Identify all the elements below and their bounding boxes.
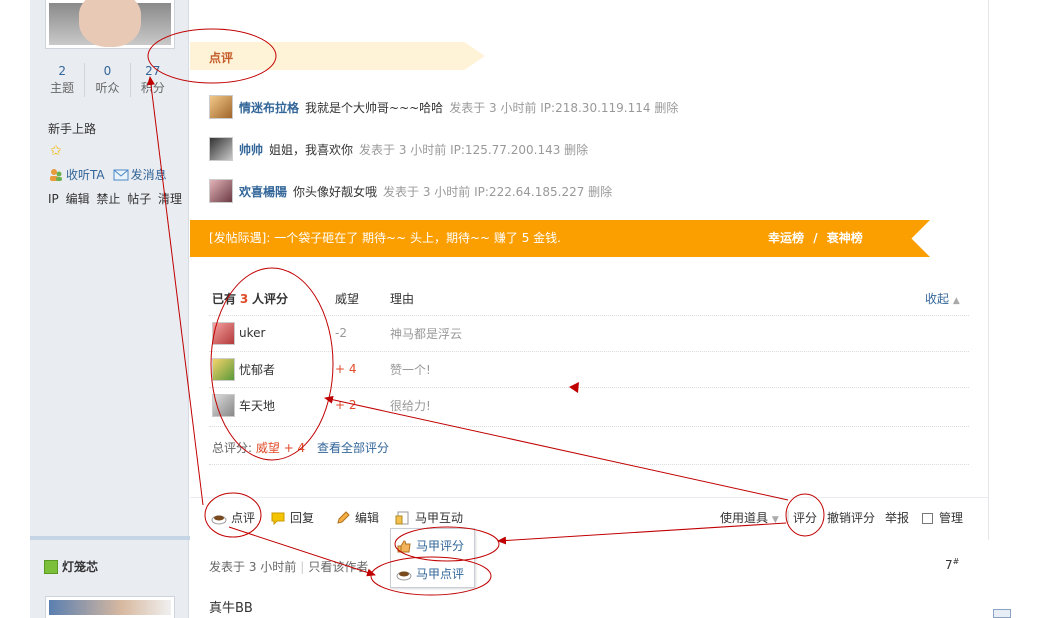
speech-bubble-icon (271, 512, 285, 525)
pencil-icon (337, 510, 350, 524)
rating-reason-header: 理由 (390, 292, 415, 306)
reply-button[interactable]: 回复 (270, 509, 314, 526)
post-meta: 发表于 3 小时前 | 只看该作者 (209, 560, 369, 574)
mail-icon (113, 169, 129, 180)
rating-score-header: 威望 (335, 292, 360, 306)
banner-rank-links: 幸运榜 / 衰神榜 (768, 231, 863, 245)
review-title-bar (190, 42, 485, 70)
message-link[interactable]: 发消息 (113, 166, 167, 183)
stat-points[interactable]: 27 积分 (131, 63, 175, 97)
follow-link[interactable]: 收听TA (48, 166, 105, 183)
avatar[interactable] (212, 357, 235, 381)
author-name[interactable]: 灯笼芯 (44, 558, 98, 575)
avatar[interactable] (46, 0, 174, 48)
avatar[interactable] (209, 137, 233, 161)
avatar[interactable] (209, 179, 233, 203)
separator: | (786, 509, 791, 523)
collapse-link[interactable]: 收起 ▲ (925, 290, 960, 307)
review-comment: 情迷布拉格 我就是个大帅哥~~~哈哈 发表于 3 小时前 IP:218.30.1… (209, 95, 678, 119)
avatar[interactable] (212, 321, 235, 345)
floor-number[interactable]: 7# (945, 557, 959, 572)
stat-threads[interactable]: 2 主题 (40, 63, 86, 97)
divider (209, 315, 969, 316)
manage-checkbox[interactable]: 管理 (922, 509, 963, 526)
review-comment: 帅帅 姐姐，我喜欢你 发表于 3 小时前 IP:125.77.200.143 删… (209, 137, 588, 161)
users-icon (50, 168, 62, 181)
checkbox-icon[interactable] (922, 513, 933, 524)
stat-listeners[interactable]: 0 听众 (85, 63, 131, 97)
banner-text: [发帖际遇]: 一个袋子砸在了 期待~~ 头上，期待~~ 赚了 5 金钱. (209, 231, 561, 245)
unlucky-rank-link[interactable]: 衰神榜 (827, 231, 863, 245)
caret-up-icon: ▲ (952, 296, 960, 306)
rating-row: 车天地 + 2 很给力! (212, 393, 431, 417)
avatar[interactable] (46, 597, 174, 618)
vest-review-item[interactable]: 马甲点评 (396, 565, 464, 582)
user-rank: 新手上路 (48, 122, 97, 136)
avatar[interactable] (212, 393, 235, 417)
post-body: 真牛BB (209, 601, 253, 616)
divider (209, 464, 969, 465)
divider (209, 351, 969, 352)
rating-total: 总评分: 威望 + 4 查看全部评分 (212, 441, 390, 455)
online-status-icon (44, 559, 58, 574)
star-icon: ✩ (50, 143, 62, 159)
review-button[interactable]: 点评 (211, 509, 255, 526)
chevron-down-icon: ▼ (771, 515, 779, 525)
review-title: 点评 (209, 51, 234, 65)
lucky-rank-link[interactable]: 幸运榜 (768, 231, 804, 245)
divider (209, 387, 969, 388)
follow-links: 收听TA 发消息 (48, 166, 167, 183)
admin-links[interactable]: IP 编辑 禁止 帖子 清理 (48, 190, 182, 207)
only-author-link[interactable]: 只看该作者 (308, 560, 368, 574)
rating-count-header: 已有 3 人评分 (212, 292, 289, 306)
rating-row: 忧郁者 + 4 赞一个! (212, 357, 431, 381)
rate-button[interactable]: 评分 (793, 509, 817, 526)
coffee-cup-icon (211, 515, 227, 524)
scroll-to-top-button[interactable] (993, 609, 1011, 618)
content-border (988, 0, 989, 540)
view-all-ratings-link[interactable]: 查看全部评分 (317, 441, 389, 455)
document-icon (395, 511, 409, 524)
review-comment: 欢喜楊陽 你头像好靓女哦 发表于 3 小时前 IP:222.64.185.227… (209, 179, 612, 203)
use-tool-dropdown[interactable]: 使用道具 ▼ (720, 509, 779, 526)
user-stats: 2 主题 0 听众 27 积分 (40, 63, 175, 97)
undo-rate-button[interactable]: 撤销评分 (827, 509, 875, 526)
vest-interact-button[interactable]: 马甲互动 (395, 509, 463, 526)
coffee-cup-icon (396, 571, 412, 580)
edit-button[interactable]: 编辑 (335, 509, 379, 526)
vest-rate-item[interactable]: 马甲评分 (396, 537, 464, 554)
avatar[interactable] (209, 95, 233, 119)
rating-row: uker -2 神马都是浮云 (212, 321, 462, 345)
thumbs-up-icon (397, 539, 411, 552)
report-button[interactable]: 举报 (885, 509, 909, 526)
divider (209, 426, 969, 427)
